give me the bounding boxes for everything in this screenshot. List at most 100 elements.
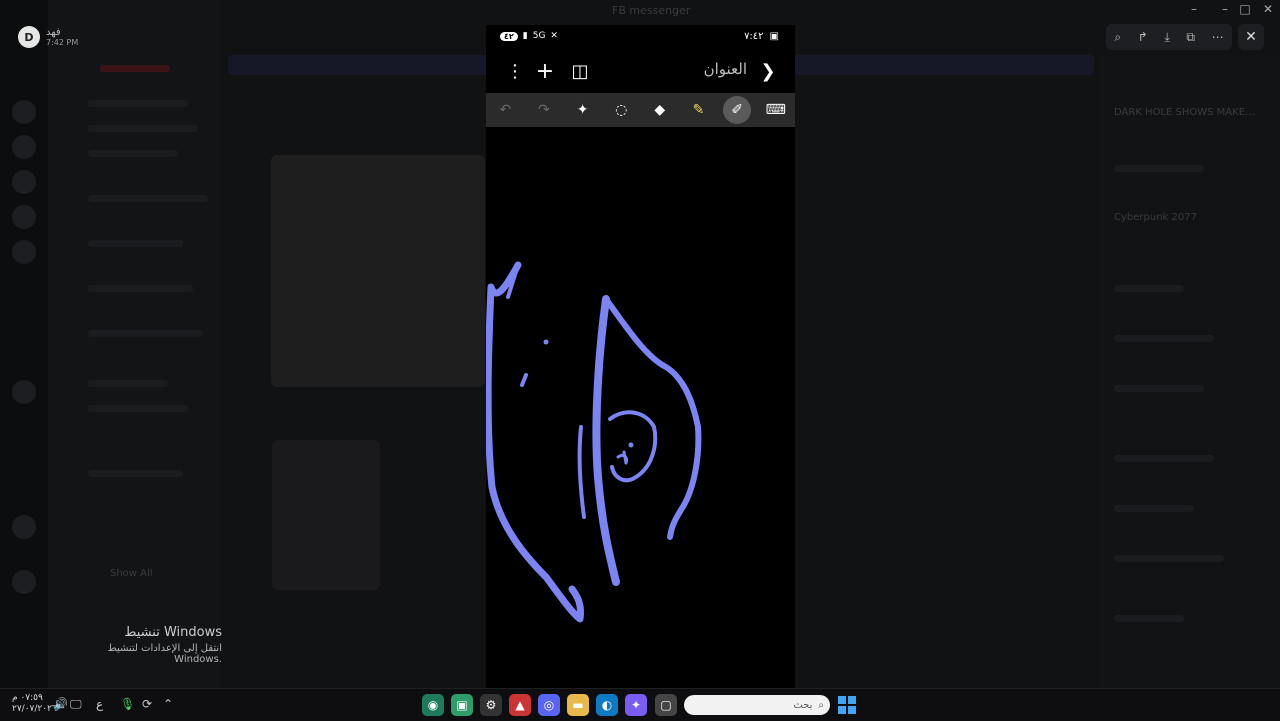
more-options-button[interactable]: ⋮: [501, 57, 529, 85]
add-button[interactable]: +: [531, 57, 559, 85]
network-label: 5G: [532, 31, 546, 41]
restore-icon[interactable]: –: [1215, 2, 1235, 16]
side-item[interactable]: [1114, 335, 1214, 342]
keyboard-icon[interactable]: ⌨: [762, 96, 790, 124]
chat-image[interactable]: [271, 155, 485, 387]
members-panel: DARK HOLE SHOWS MAKE… Cyberpunk 2077: [1100, 55, 1280, 688]
undo-icon[interactable]: ↶: [491, 96, 519, 124]
volume-icon[interactable]: 🔊: [53, 697, 68, 711]
signal-icon: ▮: [522, 31, 528, 41]
pen-icon[interactable]: ✐: [723, 96, 752, 124]
task-view-icon[interactable]: ▢: [655, 694, 677, 716]
status-indicators: ٤٢ ▮ 5G ✕: [500, 31, 558, 41]
user-name: فهد: [46, 27, 61, 38]
channel-item[interactable]: [88, 240, 183, 247]
channel-item[interactable]: [88, 125, 198, 132]
clock-time: ٠٧:٥٩ م: [12, 693, 43, 703]
side-item[interactable]: [1114, 505, 1194, 512]
side-item[interactable]: [1114, 555, 1224, 562]
app-icon[interactable]: ◉: [422, 694, 444, 716]
open-in-browser-icon[interactable]: ⧉: [1186, 30, 1195, 45]
discord-icon[interactable]: ◎: [538, 694, 560, 716]
side-item-text[interactable]: DARK HOLE SHOWS MAKE…: [1114, 107, 1255, 118]
highlighter-icon[interactable]: ✎: [684, 96, 712, 124]
channel-item[interactable]: [88, 330, 203, 337]
start-tile: [848, 696, 856, 704]
more-icon[interactable]: ⋯: [1212, 30, 1224, 44]
channel-badge: [100, 65, 170, 72]
activation-subtitle: انتقل إلى الإعدادات لتنشيط Windows.: [107, 643, 222, 665]
status-bar: ٧:٤٢ ▣ ٤٢ ▮ 5G ✕: [486, 25, 795, 51]
mute-icon: ✕: [550, 31, 558, 41]
channel-item[interactable]: [88, 195, 208, 202]
copilot-icon[interactable]: ✦: [625, 694, 647, 716]
channel-item[interactable]: [88, 150, 178, 157]
server-icon[interactable]: [12, 100, 36, 124]
server-icon[interactable]: [12, 135, 36, 159]
server-icon[interactable]: [12, 240, 36, 264]
side-item[interactable]: [1114, 455, 1214, 462]
taskbar-search[interactable]: بحث ⌕: [684, 695, 830, 715]
search-placeholder: بحث: [793, 699, 813, 711]
app-icon[interactable]: ▣: [451, 694, 473, 716]
sync-icon[interactable]: ⟳: [142, 697, 152, 711]
channel-item[interactable]: [88, 380, 168, 387]
network-icon[interactable]: 🖵: [70, 697, 82, 712]
server-icon[interactable]: [12, 380, 36, 404]
viewer-close-button[interactable]: ✕: [1238, 24, 1264, 50]
status-time-group: ٧:٤٢ ▣: [744, 31, 779, 42]
taskbar: ٠٧:٥٩ م ٢٧/٠٧/٢٠٢٦ 🔊 🖵 ع 🎙 ⟳ ⌃ ◉ ▣ ⚙ ▲ ◎…: [0, 688, 1280, 721]
window-close-icon[interactable]: ✕: [1258, 2, 1278, 16]
microphone-icon[interactable]: 🎙: [120, 697, 135, 711]
tray-clock[interactable]: ٠٧:٥٩ م ٢٧/٠٧/٢٠٢٦: [12, 693, 57, 715]
lasso-icon[interactable]: ◌: [607, 96, 635, 124]
rotate-icon[interactable]: ↱: [1138, 30, 1148, 44]
user-time: 7:42 PM: [46, 38, 79, 47]
server-icon[interactable]: [12, 515, 36, 539]
start-tile: [838, 706, 846, 714]
layout-button[interactable]: ◫: [566, 57, 594, 85]
side-item-text[interactable]: Cyberpunk 2077: [1114, 212, 1197, 223]
phone-screenshot: ٧:٤٢ ▣ ٤٢ ▮ 5G ✕ ⋮ + ◫ العنوان ❯ ↶ ↷ ✦ ◌…: [484, 25, 795, 688]
channel-list: Show All: [48, 0, 220, 688]
start-tile: [848, 706, 856, 714]
channel-item[interactable]: [88, 285, 193, 292]
image-viewer-toolbar: ⌕ ↱ ⤓ ⧉ ⋯: [1106, 24, 1232, 50]
server-icon[interactable]: [12, 205, 36, 229]
server-icon[interactable]: [12, 170, 36, 194]
start-button[interactable]: [838, 696, 856, 714]
zoom-icon[interactable]: ⌕: [1114, 30, 1121, 45]
brave-icon[interactable]: ▲: [509, 694, 531, 716]
server-icon[interactable]: [12, 570, 36, 594]
side-item[interactable]: [1114, 285, 1184, 292]
drawing-toolbar: ↶ ↷ ✦ ◌ ◆ ✎ ✐ ⌨: [486, 93, 795, 127]
clock-date: ٢٧/٠٧/٢٠٢٦: [12, 704, 57, 714]
side-item[interactable]: [1114, 385, 1204, 392]
redo-icon[interactable]: ↷: [530, 96, 558, 124]
minimize-icon[interactable]: –: [1184, 2, 1204, 16]
chevron-up-icon[interactable]: ⌃: [163, 697, 173, 711]
note-title[interactable]: العنوان: [704, 60, 747, 78]
eraser-icon[interactable]: ◆: [646, 96, 674, 124]
chat-image[interactable]: [272, 440, 380, 590]
channel-item[interactable]: [88, 405, 188, 412]
settings-icon[interactable]: ⚙: [480, 694, 502, 716]
channel-item[interactable]: [88, 100, 188, 107]
show-all-link[interactable]: Show All: [110, 568, 153, 579]
ai-assist-icon[interactable]: ✦: [569, 96, 597, 124]
download-icon[interactable]: ⤓: [1164, 30, 1169, 45]
channel-item[interactable]: [88, 470, 183, 477]
back-button[interactable]: ❯: [754, 57, 782, 85]
search-icon: ⌕: [818, 699, 824, 711]
avatar: D: [18, 26, 40, 48]
user-profile[interactable]: D فهد 7:42 PM: [18, 26, 78, 48]
side-item[interactable]: [1114, 615, 1184, 622]
language-indicator[interactable]: ع: [96, 697, 103, 711]
handwritten-drawing: [484, 261, 702, 623]
drawing-canvas[interactable]: [484, 127, 795, 688]
activation-title: تنشيط Windows: [124, 625, 222, 640]
edge-icon[interactable]: ◐: [596, 694, 618, 716]
side-item[interactable]: [1114, 165, 1204, 172]
file-explorer-icon[interactable]: ▬: [567, 694, 589, 716]
maximize-icon[interactable]: □: [1235, 2, 1255, 16]
